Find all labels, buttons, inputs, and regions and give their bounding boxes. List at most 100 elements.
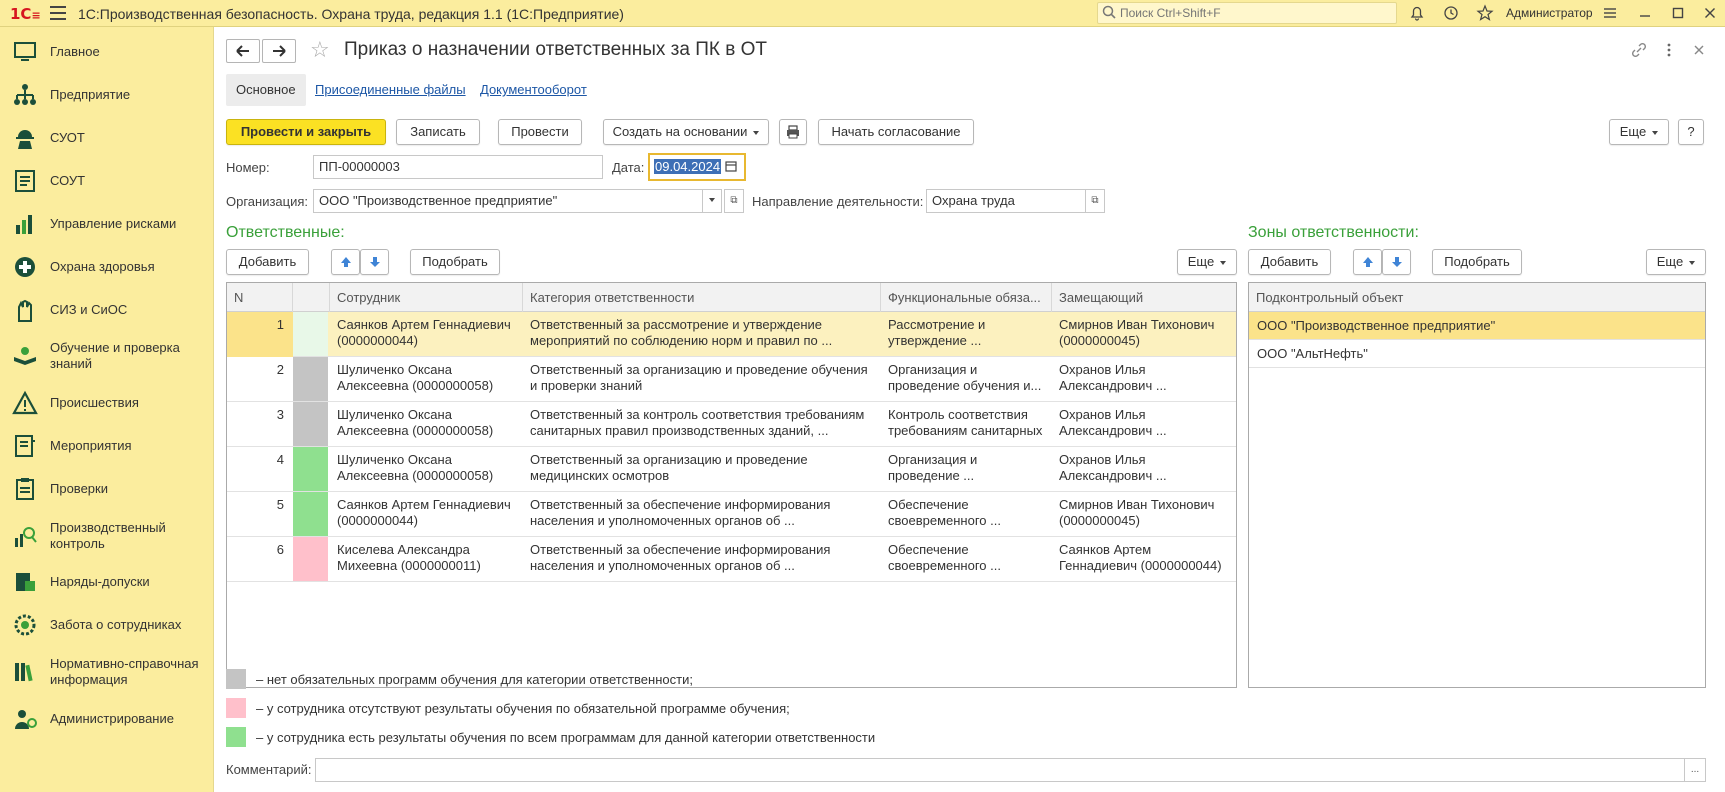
title-bar: 1С≡ 1С:Производственная безопасность. Ох…	[0, 0, 1725, 27]
sidebar-item-risks[interactable]: Управление рисками	[0, 209, 214, 239]
help-button[interactable]: ?	[1678, 119, 1704, 145]
table-row[interactable]: 6 Киселева Александра Михеевна (000000001…	[227, 537, 1236, 582]
zones-more-button[interactable]: Еще	[1646, 249, 1706, 275]
number-field[interactable]: ПП-00000003	[313, 155, 603, 179]
responsible-table[interactable]: N Сотрудник Категория ответственности Фу…	[226, 282, 1237, 688]
sidebar-item-employee-care[interactable]: Забота о сотрудниках	[0, 610, 214, 640]
direction-field[interactable]: Охрана труда	[926, 189, 1086, 213]
responsible-more-button[interactable]: Еще	[1177, 249, 1237, 275]
tab-attached-files[interactable]: Присоединенные файлы	[315, 74, 466, 106]
cell-employee: Шуличенко Оксана Алексеевна (0000000058)	[337, 452, 494, 483]
list-item[interactable]: ООО "АльтНефть"	[1249, 340, 1705, 368]
app-logo[interactable]: 1С≡	[10, 5, 41, 23]
tab-main[interactable]: Основное	[226, 74, 306, 106]
cell-category: Ответственный за обеспечение информирова…	[530, 542, 831, 573]
back-button[interactable]	[226, 39, 260, 63]
direction-label: Направление деятельности:	[752, 194, 924, 209]
app-title: 1С:Производственная безопасность. Охрана…	[78, 6, 624, 22]
comment-expand-button[interactable]: ...	[1684, 758, 1706, 782]
post-and-close-button[interactable]: Провести и закрыть	[226, 119, 386, 145]
table-row[interactable]: 2 Шуличенко Оксана Алексеевна (0000000058…	[227, 357, 1236, 402]
sidebar-item-enterprise[interactable]: Предприятие	[0, 80, 214, 110]
search-input[interactable]	[1120, 5, 1390, 21]
direction-open-button[interactable]: ⧉	[1085, 189, 1105, 213]
current-user[interactable]: Администратор	[1506, 6, 1593, 20]
zones-add-button[interactable]: Добавить	[1248, 249, 1331, 275]
column-header-employee[interactable]: Сотрудник	[330, 283, 523, 312]
main-menu-icon[interactable]	[50, 6, 66, 20]
table-row[interactable]: 1 Саянков Артем Геннадиевич (0000000044) О…	[227, 312, 1236, 357]
responsible-add-button[interactable]: Добавить	[226, 249, 309, 275]
print-button[interactable]	[779, 119, 807, 145]
cell-category: Ответственный за организацию и проведени…	[530, 362, 868, 393]
more-button[interactable]: Еще	[1609, 119, 1669, 145]
sidebar-item-inspections[interactable]: Проверки	[0, 474, 214, 504]
table-row[interactable]: 5 Саянков Артем Геннадиевич (0000000044) О…	[227, 492, 1236, 537]
sidebar-item-administration[interactable]: Администрирование	[0, 704, 214, 734]
sidebar-item-training[interactable]: Обучение и проверка знаний	[0, 337, 214, 379]
list-item[interactable]: ООО "Производственное предприятие"	[1249, 312, 1705, 340]
save-button[interactable]: Записать	[396, 119, 480, 145]
sidebar-item-main[interactable]: Главное	[0, 37, 214, 67]
arrow-down-icon	[1391, 257, 1402, 267]
post-button[interactable]: Провести	[498, 119, 582, 145]
responsible-move-up-button[interactable]	[331, 249, 360, 275]
column-header-controlled-object[interactable]: Подконтрольный объект	[1249, 283, 1705, 312]
favorite-star-icon[interactable]: ☆	[310, 37, 330, 63]
table-row[interactable]: 3 Шуличенко Оксана Алексеевна (0000000058…	[227, 402, 1236, 447]
sidebar-item-permits[interactable]: Наряды-допуски	[0, 567, 214, 597]
sidebar-item-suot[interactable]: СУОТ	[0, 123, 214, 153]
responsible-move-down-button[interactable]	[360, 249, 389, 275]
column-header-status[interactable]	[293, 283, 330, 312]
global-search[interactable]	[1097, 2, 1397, 24]
legend-swatch-pink	[226, 698, 246, 718]
favorites-star-icon[interactable]	[1476, 4, 1494, 22]
sidebar-item-health[interactable]: Охрана здоровья	[0, 252, 214, 282]
column-header-category[interactable]: Категория ответственности	[523, 283, 881, 312]
tab-document-flow[interactable]: Документооборот	[480, 74, 587, 106]
sidebar-item-ppe[interactable]: СИЗ и СиОС	[0, 295, 214, 325]
cell-deputy: Охранов Илья Александрович ...	[1059, 407, 1167, 438]
chevron-down-icon	[709, 198, 715, 203]
sidebar-item-production-control[interactable]: Производственный контроль	[0, 516, 214, 558]
table-row[interactable]: 4 Шуличенко Оксана Алексеевна (0000000058…	[227, 447, 1236, 492]
minimize-icon[interactable]	[1636, 4, 1654, 22]
sidebar-item-sout[interactable]: СОУТ	[0, 166, 214, 196]
organization-open-button[interactable]: ⧉	[724, 189, 744, 213]
responsible-pick-button[interactable]: Подобрать	[410, 249, 500, 275]
zones-move-up-button[interactable]	[1353, 249, 1382, 275]
calendar-icon[interactable]	[724, 159, 738, 173]
cell-employee: Саянков Артем Геннадиевич (0000000044)	[337, 497, 511, 528]
maximize-icon[interactable]	[1669, 4, 1687, 22]
more-vertical-icon[interactable]	[1660, 41, 1678, 59]
table-header: Подконтрольный объект	[1249, 283, 1705, 312]
settings-list-icon[interactable]	[1601, 4, 1619, 22]
search-icon	[1102, 5, 1116, 19]
start-approval-button[interactable]: Начать согласование	[818, 119, 974, 145]
zones-pick-button[interactable]: Подобрать	[1432, 249, 1522, 275]
close-form-icon[interactable]	[1690, 41, 1708, 59]
organization-dropdown-button[interactable]	[702, 189, 722, 213]
column-header-duties[interactable]: Функциональные обяза...	[881, 283, 1052, 312]
forward-button[interactable]	[262, 39, 296, 63]
cell-category: Ответственный за рассмотрение и утвержде…	[530, 317, 833, 348]
legend-text-gray: – нет обязательных программ обучения для…	[256, 672, 693, 687]
column-header-deputy[interactable]: Замещающий	[1052, 283, 1236, 312]
organization-field[interactable]: ООО "Производственное предприятие"	[313, 189, 703, 213]
sidebar-item-incidents[interactable]: Происшествия	[0, 388, 214, 418]
zones-move-down-button[interactable]	[1382, 249, 1411, 275]
sidebar-item-reference-info[interactable]: Нормативно-справочная информация	[0, 653, 214, 695]
sidebar-item-measures[interactable]: Мероприятия	[0, 431, 214, 461]
dropdown-arrow-icon	[1652, 130, 1659, 135]
library-icon	[15, 663, 33, 682]
column-header-n[interactable]: N	[227, 283, 293, 312]
printer-icon	[787, 125, 799, 139]
link-icon[interactable]	[1630, 41, 1648, 59]
comment-field[interactable]	[315, 758, 1685, 782]
arrow-up-icon	[1362, 257, 1373, 267]
zones-table[interactable]: Подконтрольный объект ООО "Производствен…	[1248, 282, 1706, 688]
bell-icon[interactable]	[1408, 4, 1426, 22]
create-based-on-button[interactable]: Создать на основании	[603, 119, 769, 145]
history-icon[interactable]	[1442, 4, 1460, 22]
close-window-icon[interactable]	[1701, 4, 1719, 22]
